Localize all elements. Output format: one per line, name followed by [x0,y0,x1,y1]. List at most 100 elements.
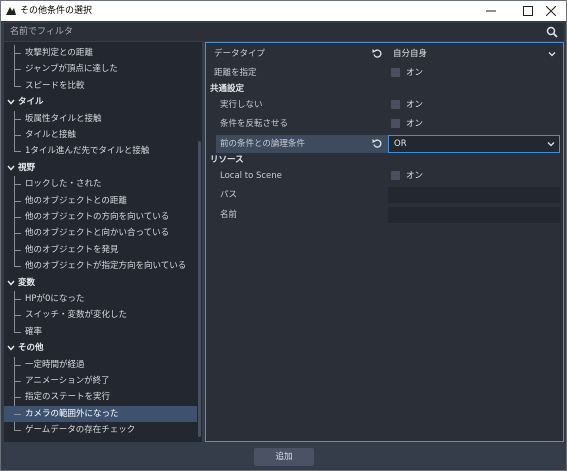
close-button[interactable] [536,1,566,21]
expand-arrow-icon[interactable] [7,164,15,172]
local-to-scene-label: Local to Scene [220,171,282,181]
tree-item[interactable]: ゲームデータの存在チェック [4,422,197,438]
data-type-value: 自分自身 [393,49,428,59]
tree-item-label: 他のオブジェクトを発見 [25,244,119,255]
tree-category-label: 視野 [18,162,36,173]
tree-category-label: 変数 [18,277,36,288]
resource-header: リソース [210,155,244,165]
tree-category[interactable]: 視野 [4,160,197,176]
inspector-panel: データタイプ 自分自身 距離を指定 オン 共通設定 実行しない オン 条件を反転… [205,42,564,442]
path-label: パス [220,190,238,200]
invert-toggle-label: オン [406,119,424,129]
window-title: その他条件の選択 [20,6,93,16]
tree-item-label: アニメーションが終了 [25,376,110,386]
tree-item[interactable]: 一定時間が経過 [4,357,197,373]
tree-item-label: 指定のステートを実行 [25,392,111,403]
tree-scrollbar-thumb[interactable] [198,141,201,437]
tree-connector [14,85,21,87]
tree-item[interactable]: カメラの範囲外になった [4,405,197,422]
tree-item-label: HPが0になった [25,294,85,304]
add-button[interactable]: 追加 [254,448,314,466]
logic-label: 前の条件との論理条件 [220,139,305,149]
tree-item-label: スピードを比較 [25,80,85,91]
tree-category[interactable]: 変数 [4,275,197,291]
logic-row: 前の条件との論理条件 OR [206,135,563,153]
logic-label-bg: 前の条件との論理条件 [216,135,388,153]
tree-item[interactable]: 指定のステートを実行 [4,389,197,405]
tree-item-label: 坂属性タイルと接触 [25,113,102,124]
expand-arrow-icon[interactable] [7,344,15,352]
name-label: 名前 [220,210,238,220]
tree-item[interactable]: 他のオブジェクトが指定方向を向いている [4,258,197,274]
tree-item-label: 1タイル進んだ先でタイルと接触 [25,146,150,157]
tree-item[interactable]: タイルと接触 [4,127,197,143]
tree-item[interactable]: 他のオブジェクトの方向を向いている [4,209,197,225]
invert-label: 条件を反転させる [220,119,289,129]
tree-connector [14,151,21,153]
no-exec-row: 実行しない オン [206,96,563,114]
tree-connector [14,53,21,54]
condition-tree: 攻撃判定との距離ジャンプが頂点に達した スピードを比較タイル坂属性タイルと接触 タイ… [4,42,201,442]
filter-input[interactable] [10,23,530,41]
tree-item[interactable]: スピードを比較 [4,78,197,94]
search-icon[interactable] [546,26,558,38]
tree-item[interactable]: スイッチ・変数が変化した [4,307,197,323]
tree-connector [14,315,21,317]
no-exec-label: 実行しない [220,100,263,110]
tree-category-label: タイル [18,97,44,108]
common-settings-header: 共通設定 [210,84,245,94]
tree-item-label: タイルと接触 [25,130,77,140]
invert-checkbox[interactable] [391,119,400,128]
tree-item[interactable]: HPが0になった [4,291,197,307]
distance-row: 距離を指定 オン [206,64,563,82]
path-field[interactable] [388,187,560,203]
close-icon [545,5,557,17]
tree-connector [14,381,21,382]
tree-item-label: 攻撃判定との距離 [25,48,93,58]
tree-connector [14,430,21,432]
no-exec-toggle-label: オン [406,100,424,110]
minimize-button[interactable] [476,1,506,21]
tree-item[interactable]: アニメーションが終了 [4,373,197,389]
tree-item-label: ジャンプが頂点に達した [25,64,118,75]
distance-label: 距離を指定 [214,68,257,78]
tree-connector [14,200,21,202]
logic-value: OR [394,139,407,149]
logic-dropdown[interactable]: OR [388,135,560,153]
tree-item[interactable]: 確率 [4,324,197,340]
tree-item[interactable]: 他のオブジェクトとの距離 [4,193,197,209]
tree-connector [14,331,21,333]
name-field[interactable] [388,207,560,223]
tree-item-label: 他のオブジェクトとの距離 [25,195,127,206]
filter-bar [4,23,564,41]
title-bar: その他条件の選択 [1,1,566,21]
tree-connector [14,413,21,415]
revert-icon[interactable] [372,138,383,149]
app-icon [6,7,16,15]
data-type-dropdown[interactable]: 自分自身 [388,46,560,62]
expand-arrow-icon[interactable] [7,98,15,106]
local-to-scene-row: Local to Scene オン [206,167,563,185]
tree-item[interactable]: 1タイル進んだ先でタイルと接触 [4,143,197,159]
invert-row: 条件を反転させる オン [206,115,563,133]
minimize-icon [486,10,496,12]
tree-connector [14,266,21,268]
tree-item[interactable]: 他のオブジェクトを発見 [4,242,197,258]
tree-category[interactable]: タイル [4,94,197,110]
tree-category[interactable]: その他 [4,340,197,356]
no-exec-checkbox[interactable] [391,100,400,109]
tree-connector [14,249,21,251]
tree-item[interactable]: 他のオブジェクトと向かい合っている [4,225,197,241]
distance-toggle-label: オン [406,68,424,78]
tree-item-label: 一定時間が経過 [25,359,85,370]
tree-item[interactable]: ジャンプが頂点に達した [4,61,197,77]
distance-checkbox[interactable] [391,68,400,77]
data-type-label: データタイプ [214,49,266,59]
tree-item[interactable]: 攻撃判定との距離 [4,45,197,61]
tree-item[interactable]: ロックした・された [4,176,197,192]
revert-icon[interactable] [372,48,383,59]
tree-item[interactable]: 坂属性タイルと接触 [4,111,197,127]
local-to-scene-checkbox[interactable] [391,171,400,180]
expand-arrow-icon[interactable] [7,279,15,287]
tree-connector [14,364,21,366]
